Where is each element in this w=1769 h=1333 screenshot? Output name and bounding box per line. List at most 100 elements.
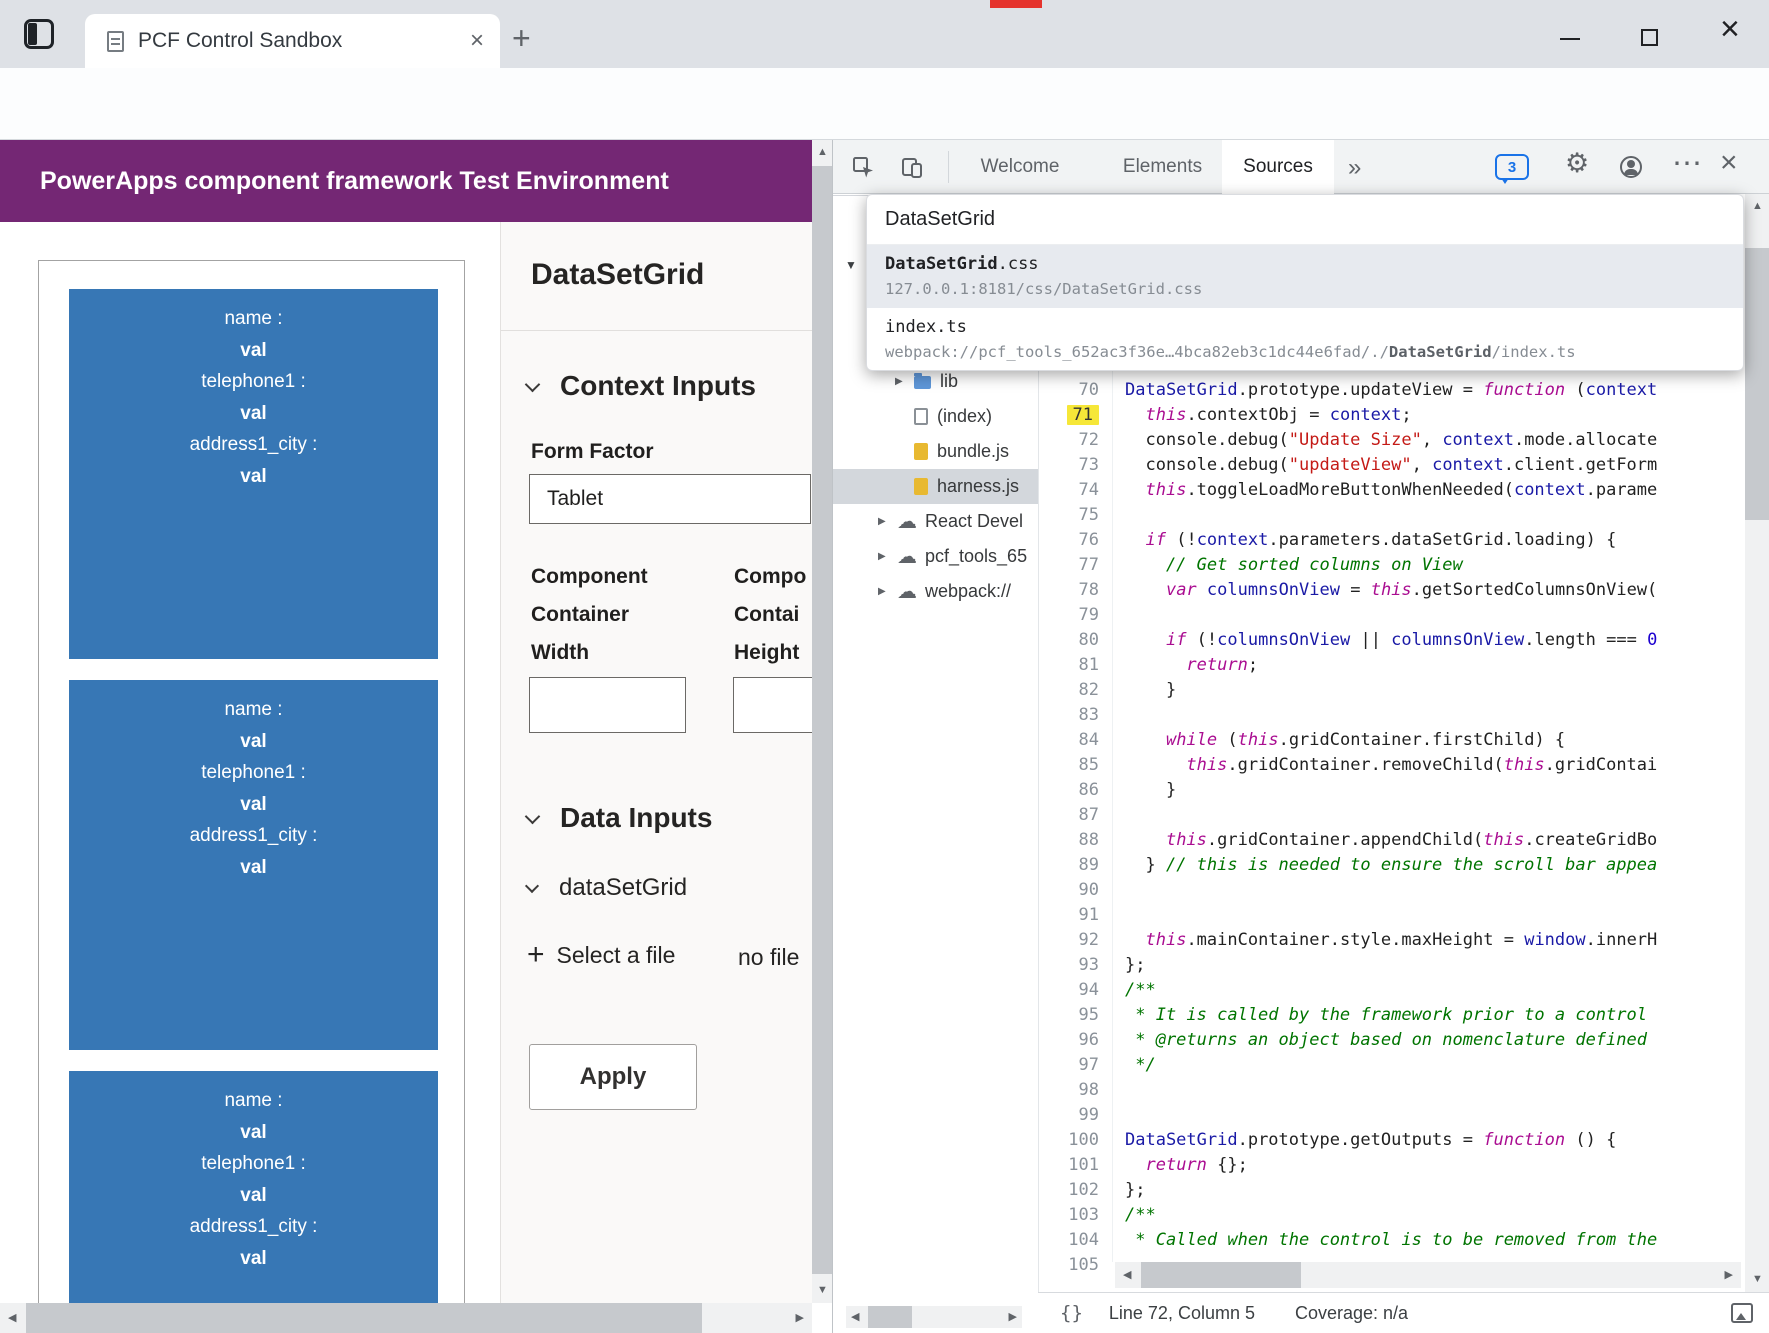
scroll-left-icon[interactable]: ◀	[851, 1312, 859, 1323]
line-number[interactable]: 73	[1038, 453, 1112, 478]
line-number[interactable]: 77	[1038, 553, 1112, 578]
apply-button[interactable]: Apply	[529, 1044, 697, 1110]
file-tree-item-harness-js[interactable]: harness.js	[832, 469, 1038, 504]
navigator-horizontal-scrollbar[interactable]: ◀ ▶	[846, 1306, 1022, 1328]
line-number[interactable]: 79	[1038, 603, 1112, 628]
line-number[interactable]: 80	[1038, 628, 1112, 653]
scroll-down-icon[interactable]: ▼	[1752, 1274, 1763, 1285]
width-input[interactable]	[529, 677, 686, 733]
file-tree-item-pcf-tools-65[interactable]: ▶☁pcf_tools_65	[832, 539, 1038, 574]
tab-elements[interactable]: Elements	[1105, 140, 1220, 194]
scrollbar-thumb[interactable]	[868, 1306, 912, 1328]
line-number[interactable]: 94	[1038, 978, 1112, 1003]
scroll-up-icon[interactable]: ▲	[1752, 201, 1763, 212]
line-number[interactable]: 74	[1038, 478, 1112, 503]
form-factor-select[interactable]: Tablet	[529, 474, 811, 524]
page-horizontal-scrollbar[interactable]: ◀ ▶	[0, 1303, 812, 1333]
scroll-up-icon[interactable]: ▲	[817, 147, 828, 158]
line-number[interactable]: 103	[1038, 1203, 1112, 1228]
line-number[interactable]: 91	[1038, 903, 1112, 928]
editor-horizontal-scrollbar[interactable]: ◀ ▶	[1115, 1262, 1741, 1288]
editor-vertical-scrollbar[interactable]: ▲ ▼	[1745, 194, 1769, 1292]
window-minimize-button[interactable]	[1560, 38, 1580, 40]
expand-arrow-icon[interactable]: ▶	[878, 551, 891, 562]
line-number[interactable]: 101	[1038, 1153, 1112, 1178]
line-number[interactable]: 81	[1038, 653, 1112, 678]
scroll-left-icon[interactable]: ◀	[8, 1313, 16, 1324]
record-card[interactable]: name :valtelephone1 :valaddress1_city :v…	[69, 680, 438, 1050]
dataset-grid-section[interactable]: dataSetGrid	[527, 874, 687, 902]
line-number[interactable]: 86	[1038, 778, 1112, 803]
more-tabs-icon[interactable]: »	[1348, 154, 1361, 182]
file-tree-item-webpack[interactable]: ▶☁webpack://	[832, 574, 1038, 609]
record-card[interactable]: name :valtelephone1 :valaddress1_city :v…	[69, 1071, 438, 1333]
expand-arrow-icon[interactable]: ▶	[878, 516, 891, 527]
scrollbar-thumb[interactable]	[26, 1303, 702, 1333]
quick-open-input[interactable]: DataSetGrid	[867, 195, 1743, 245]
code-editor[interactable]: 70DataSetGrid.prototype.updateView = fun…	[1038, 378, 1745, 1280]
line-number[interactable]: 104	[1038, 1228, 1112, 1253]
scrollbar-thumb[interactable]	[812, 166, 832, 1274]
height-input[interactable]	[733, 677, 812, 733]
browser-tab[interactable]: PCF Control Sandbox ×	[85, 14, 500, 68]
scrollbar-thumb[interactable]	[1141, 1262, 1301, 1288]
line-number[interactable]: 88	[1038, 828, 1112, 853]
line-number[interactable]: 85	[1038, 753, 1112, 778]
line-number[interactable]: 84	[1038, 728, 1112, 753]
scroll-right-icon[interactable]: ▶	[796, 1313, 804, 1324]
quick-open-result[interactable]: index.tswebpack://pcf_tools_652ac3f36e…4…	[867, 308, 1743, 371]
scroll-right-icon[interactable]: ▶	[1009, 1312, 1017, 1323]
line-number[interactable]: 75	[1038, 503, 1112, 528]
expand-arrow-icon[interactable]: ▶	[878, 586, 891, 597]
record-card[interactable]: name :valtelephone1 :valaddress1_city :v…	[69, 289, 438, 659]
devtools-close-icon[interactable]: ×	[1720, 148, 1738, 178]
scrollbar-thumb[interactable]	[1745, 248, 1769, 520]
data-inputs-section[interactable]: Data Inputs	[527, 802, 712, 834]
line-number[interactable]: 93	[1038, 953, 1112, 978]
console-messages-badge[interactable]: 3	[1495, 154, 1529, 180]
line-number[interactable]: 70	[1038, 378, 1112, 403]
line-number[interactable]: 87	[1038, 803, 1112, 828]
line-number[interactable]: 99	[1038, 1103, 1112, 1128]
account-icon[interactable]	[1620, 156, 1642, 178]
device-toolbar-icon[interactable]	[900, 156, 924, 185]
tab-close-icon[interactable]: ×	[470, 29, 484, 53]
inspect-element-icon[interactable]	[852, 156, 876, 185]
line-number[interactable]: 97	[1038, 1053, 1112, 1078]
tab-sources[interactable]: Sources	[1222, 140, 1334, 194]
devtools-divider[interactable]	[832, 140, 833, 1333]
context-inputs-section[interactable]: Context Inputs	[527, 370, 756, 402]
tab-welcome[interactable]: Welcome	[965, 140, 1075, 194]
tree-expander-icon[interactable]: ▼	[845, 258, 857, 272]
select-file-button[interactable]: + Select a file	[527, 940, 675, 970]
expand-arrow-icon[interactable]: ▶	[895, 376, 908, 387]
line-number[interactable]: 89	[1038, 853, 1112, 878]
new-tab-button[interactable]: +	[512, 22, 531, 54]
line-number[interactable]: 72	[1038, 428, 1112, 453]
file-tree-item-react-devel[interactable]: ▶☁React Devel	[832, 504, 1038, 539]
line-number[interactable]: 71	[1038, 403, 1112, 428]
line-number[interactable]: 92	[1038, 928, 1112, 953]
line-number[interactable]: 76	[1038, 528, 1112, 553]
show-drawer-icon[interactable]	[1731, 1303, 1753, 1323]
line-number[interactable]: 100	[1038, 1128, 1112, 1153]
scroll-down-icon[interactable]: ▼	[817, 1285, 828, 1296]
line-number[interactable]: 102	[1038, 1178, 1112, 1203]
line-number[interactable]: 83	[1038, 703, 1112, 728]
line-number[interactable]: 95	[1038, 1003, 1112, 1028]
window-maximize-button[interactable]	[1641, 29, 1658, 46]
tab-actions-menu-icon[interactable]	[24, 19, 54, 49]
line-number[interactable]: 82	[1038, 678, 1112, 703]
line-number[interactable]: 90	[1038, 878, 1112, 903]
window-close-button[interactable]: ×	[1720, 12, 1740, 46]
scroll-right-icon[interactable]: ▶	[1725, 1270, 1733, 1281]
line-number[interactable]: 105	[1038, 1253, 1112, 1278]
scroll-left-icon[interactable]: ◀	[1123, 1270, 1131, 1281]
pretty-print-icon[interactable]: {}	[1060, 1302, 1083, 1324]
page-vertical-scrollbar[interactable]: ▲ ▼	[812, 140, 832, 1303]
quick-open-result[interactable]: DataSetGrid.css127.0.0.1:8181/css/DataSe…	[867, 245, 1743, 308]
line-number[interactable]: 98	[1038, 1078, 1112, 1103]
settings-gear-icon[interactable]: ⚙	[1565, 150, 1589, 177]
file-tree-item-index[interactable]: (index)	[832, 399, 1038, 434]
devtools-menu-icon[interactable]: ⋯	[1672, 146, 1702, 181]
